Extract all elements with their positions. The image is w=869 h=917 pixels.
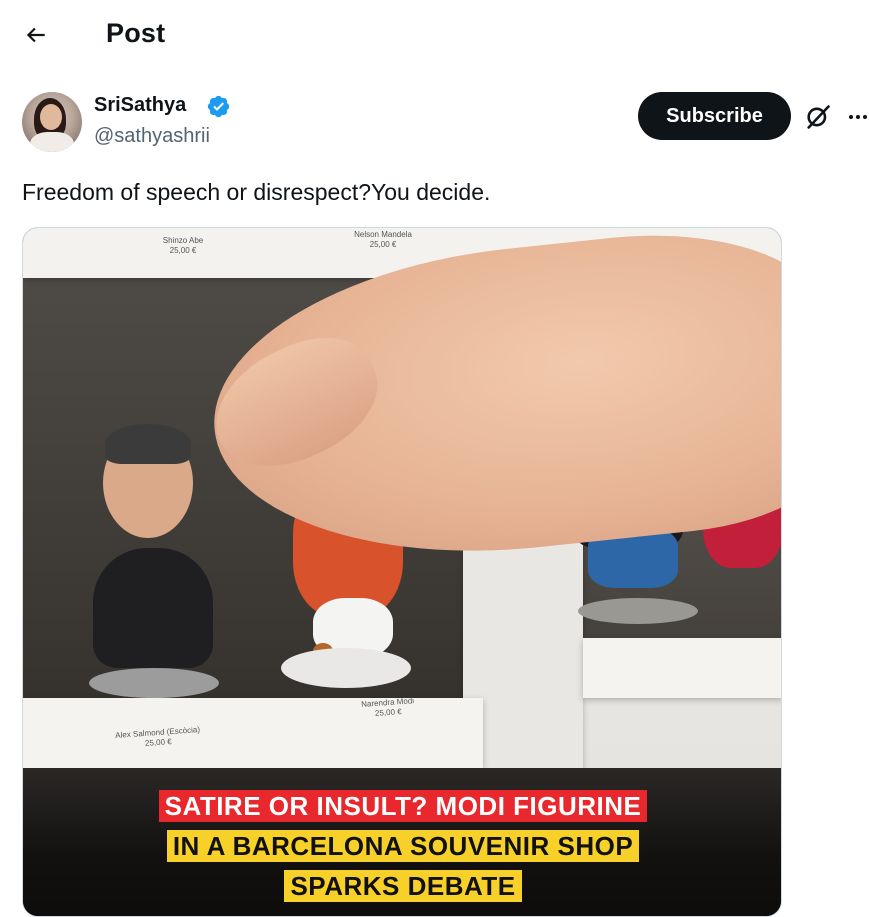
caption-text: IN A BARCELONA SOUVENIR SHOP [166, 830, 640, 862]
caption-line-2: IN A BARCELONA SOUVENIR SHOP [23, 830, 781, 862]
price-tag: Shinzo Abe 25,00 € [123, 236, 243, 256]
grok-button[interactable] [800, 99, 836, 135]
tweet-text: Freedom of speech or disrespect?You deci… [22, 179, 491, 205]
author-display-name[interactable]: SriSathya [94, 94, 186, 117]
subscribe-button[interactable]: Subscribe [638, 92, 791, 140]
avatar[interactable] [22, 92, 82, 152]
more-options-button[interactable] [840, 99, 869, 135]
figurine-base [89, 668, 219, 698]
caption-text: SATIRE OR INSULT? MODI FIGURINE [158, 790, 648, 822]
price-tag-price: 25,00 € [169, 246, 197, 255]
caption-text: SPARKS DEBATE [284, 870, 522, 902]
arrow-left-icon [26, 27, 45, 43]
tweet-media-video[interactable]: Shinzo Abe 25,00 € Nelson Mandela 25,00 … [22, 227, 782, 917]
back-button[interactable] [16, 15, 56, 55]
author-handle[interactable]: @sathyashrii [94, 125, 210, 148]
more-horizontal-icon [849, 115, 867, 119]
caption-line-3: SPARKS DEBATE [23, 870, 781, 902]
grok-icon [807, 105, 830, 129]
figurine-suit-body [93, 548, 213, 668]
top-bar: Post [0, 0, 869, 70]
figurine-suit-hair [105, 424, 191, 464]
figurine-base [578, 598, 698, 624]
price-tag: Nelson Mandela 25,00 € [323, 230, 443, 250]
price-tag-name: Shinzo Abe [162, 236, 204, 245]
price-tag-price: 25,00 € [369, 240, 397, 249]
page-title: Post [106, 18, 166, 48]
verified-badge-icon[interactable] [206, 94, 231, 119]
caption-line-1: SATIRE OR INSULT? MODI FIGURINE [23, 790, 781, 822]
figurine-base [281, 648, 411, 688]
author-row: SriSathya @sathyashrii Subscribe [0, 88, 869, 158]
shelf-board-lower-right [583, 638, 781, 698]
price-tag-name: Nelson Mandela [354, 230, 412, 239]
